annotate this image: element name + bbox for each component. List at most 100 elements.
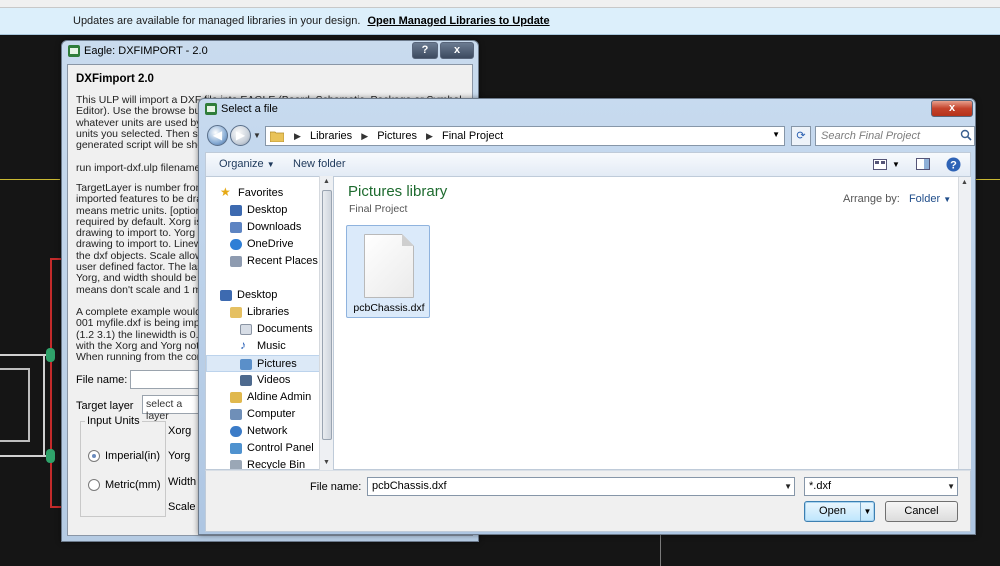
breadcrumb-separator: ▶ <box>426 131 433 141</box>
file-view[interactable]: Pictures library Final Project Arrange b… <box>333 176 971 470</box>
dxfimport-titlebar[interactable]: Eagle: DXFIMPORT - 2.0 ? x <box>62 41 478 63</box>
imperial-radio[interactable] <box>88 450 100 462</box>
scroll-down-icon[interactable]: ▼ <box>323 459 330 466</box>
file-name-label: File name: <box>310 481 362 493</box>
example-paragraph: A complete example would 001 myfile.dxf … <box>76 307 204 363</box>
nav-downloads[interactable]: Downloads <box>206 219 320 236</box>
file-name-input[interactable]: pcbChassis.dxf ▼ <box>367 477 795 496</box>
recent-pages-dropdown-icon[interactable]: ▼ <box>253 131 261 140</box>
nav-pictures[interactable]: Pictures <box>206 355 320 372</box>
open-managed-libraries-link[interactable]: Open Managed Libraries to Update <box>367 15 549 27</box>
music-icon: ♪ <box>240 338 246 352</box>
breadcrumb-final-project[interactable]: Final Project <box>442 130 503 142</box>
nav-desktop[interactable]: Desktop <box>206 202 320 219</box>
nav-label: Control Panel <box>247 442 314 454</box>
pcb-pad <box>46 449 55 463</box>
nav-recycle-bin[interactable]: Recycle Bin <box>206 457 320 469</box>
nav-label: Favorites <box>238 187 284 199</box>
nav-documents[interactable]: Documents <box>206 321 320 338</box>
chevron-down-icon[interactable]: ▼ <box>943 195 951 204</box>
nav-control-panel[interactable]: Control Panel <box>206 440 320 457</box>
nav-desktop-root[interactable]: Desktop <box>206 287 320 304</box>
imperial-label: Imperial(in) <box>105 450 161 462</box>
address-dropdown-icon[interactable]: ▼ <box>772 130 780 139</box>
star-icon: ★ <box>220 185 231 199</box>
nav-label: Music <box>257 340 286 352</box>
control-panel-icon <box>230 443 242 454</box>
svg-text:?: ? <box>950 160 957 172</box>
search-input[interactable]: Search Final Project <box>815 126 975 146</box>
nav-onedrive[interactable]: OneDrive <box>206 236 320 253</box>
close-button[interactable]: x <box>440 42 474 59</box>
scrollbar-thumb[interactable] <box>322 190 332 440</box>
computer-icon <box>230 409 242 420</box>
nav-videos[interactable]: Videos <box>206 372 320 389</box>
recent-places-icon <box>230 256 242 267</box>
nav-label: Recent Places <box>247 255 318 267</box>
preview-pane-icon[interactable] <box>916 158 930 170</box>
nav-favorites[interactable]: ★ Favorites <box>206 185 320 202</box>
forward-button[interactable]: ▶ <box>230 125 251 146</box>
breadcrumb-libraries[interactable]: Libraries <box>310 130 352 142</box>
width-label: Width <box>168 476 197 488</box>
canvas-line <box>0 179 60 180</box>
help-icon[interactable]: ? <box>946 157 961 172</box>
scroll-up-icon[interactable]: ▲ <box>961 179 968 186</box>
chevron-down-icon[interactable]: ▼ <box>860 502 874 521</box>
pcb-coil <box>0 368 30 442</box>
nav-label: Desktop <box>237 289 278 301</box>
dxfimport-heading: DXFimport 2.0 <box>76 73 154 85</box>
update-message: Updates are available for managed librar… <box>73 15 361 27</box>
downloads-icon <box>230 222 242 233</box>
libraries-icon <box>230 307 242 318</box>
cancel-button[interactable]: Cancel <box>885 501 958 522</box>
nav-user[interactable]: Aldine Admin <box>206 389 320 406</box>
update-notification-bar: Updates are available for managed librar… <box>0 8 1000 35</box>
dxfimport-title: Eagle: DXFIMPORT - 2.0 <box>84 45 208 57</box>
chevron-down-icon[interactable]: ▼ <box>947 482 955 491</box>
view-options-icon[interactable] <box>873 159 887 170</box>
videos-icon <box>240 375 252 386</box>
library-subtitle: Final Project <box>349 203 408 215</box>
breadcrumb-pictures[interactable]: Pictures <box>377 130 417 142</box>
usage-line: run import-dxf.ulp filename <box>76 163 201 174</box>
chevron-down-icon[interactable]: ▼ <box>784 482 792 491</box>
select-file-title: Select a file <box>221 103 278 115</box>
file-item-pcbchassis[interactable]: pcbChassis.dxf <box>346 225 430 318</box>
pictures-icon <box>240 359 252 370</box>
metric-radio[interactable] <box>88 479 100 491</box>
organize-button[interactable]: Organize ▼ <box>219 158 275 170</box>
file-type-filter[interactable]: *.dxf ▼ <box>804 477 958 496</box>
nav-label: Pictures <box>257 358 297 370</box>
navigation-scrollbar[interactable]: ▲ ▼ <box>319 176 333 470</box>
description-line: 001 myfile.dxf is being impo <box>76 317 204 330</box>
back-button[interactable]: ◀ <box>207 125 228 146</box>
nav-network[interactable]: Network <box>206 423 320 440</box>
nav-music[interactable]: ♪ Music <box>206 338 320 355</box>
address-bar[interactable]: ▶ Libraries ▶ Pictures ▶ Final Project ▼ <box>265 126 785 146</box>
nav-recent-places[interactable]: Recent Places <box>206 253 320 270</box>
nav-libraries[interactable]: Libraries <box>206 304 320 321</box>
file-view-scrollbar[interactable]: ▲ <box>958 177 971 469</box>
description-line: Yorg, and width should be s <box>76 272 204 285</box>
metric-label: Metric(mm) <box>105 479 161 491</box>
new-folder-button[interactable]: New folder <box>293 158 346 170</box>
chevron-down-icon[interactable]: ▼ <box>892 160 900 169</box>
close-button[interactable]: x <box>931 100 973 117</box>
nav-computer[interactable]: Computer <box>206 406 320 423</box>
search-icon[interactable] <box>960 129 972 141</box>
scroll-up-icon[interactable]: ▲ <box>323 178 330 185</box>
chevron-down-icon: ▼ <box>266 160 275 169</box>
navigation-pane[interactable]: ★ Favorites Desktop Downloads OneDrive R… <box>205 176 333 470</box>
open-button[interactable]: Open ▼ <box>804 501 875 522</box>
scale-label: Scale <box>168 501 196 513</box>
canvas-line <box>660 534 661 566</box>
refresh-button[interactable]: ⟳ <box>791 126 811 146</box>
pcb-trace <box>43 356 45 456</box>
nav-label: Videos <box>257 374 291 386</box>
command-toolbar: Organize ▼ New folder ▼ ? <box>205 152 971 176</box>
help-button[interactable]: ? <box>412 42 438 59</box>
arrange-by-value[interactable]: Folder <box>909 193 940 205</box>
select-file-titlebar[interactable]: Select a file x <box>199 99 975 121</box>
documents-icon <box>240 324 252 335</box>
